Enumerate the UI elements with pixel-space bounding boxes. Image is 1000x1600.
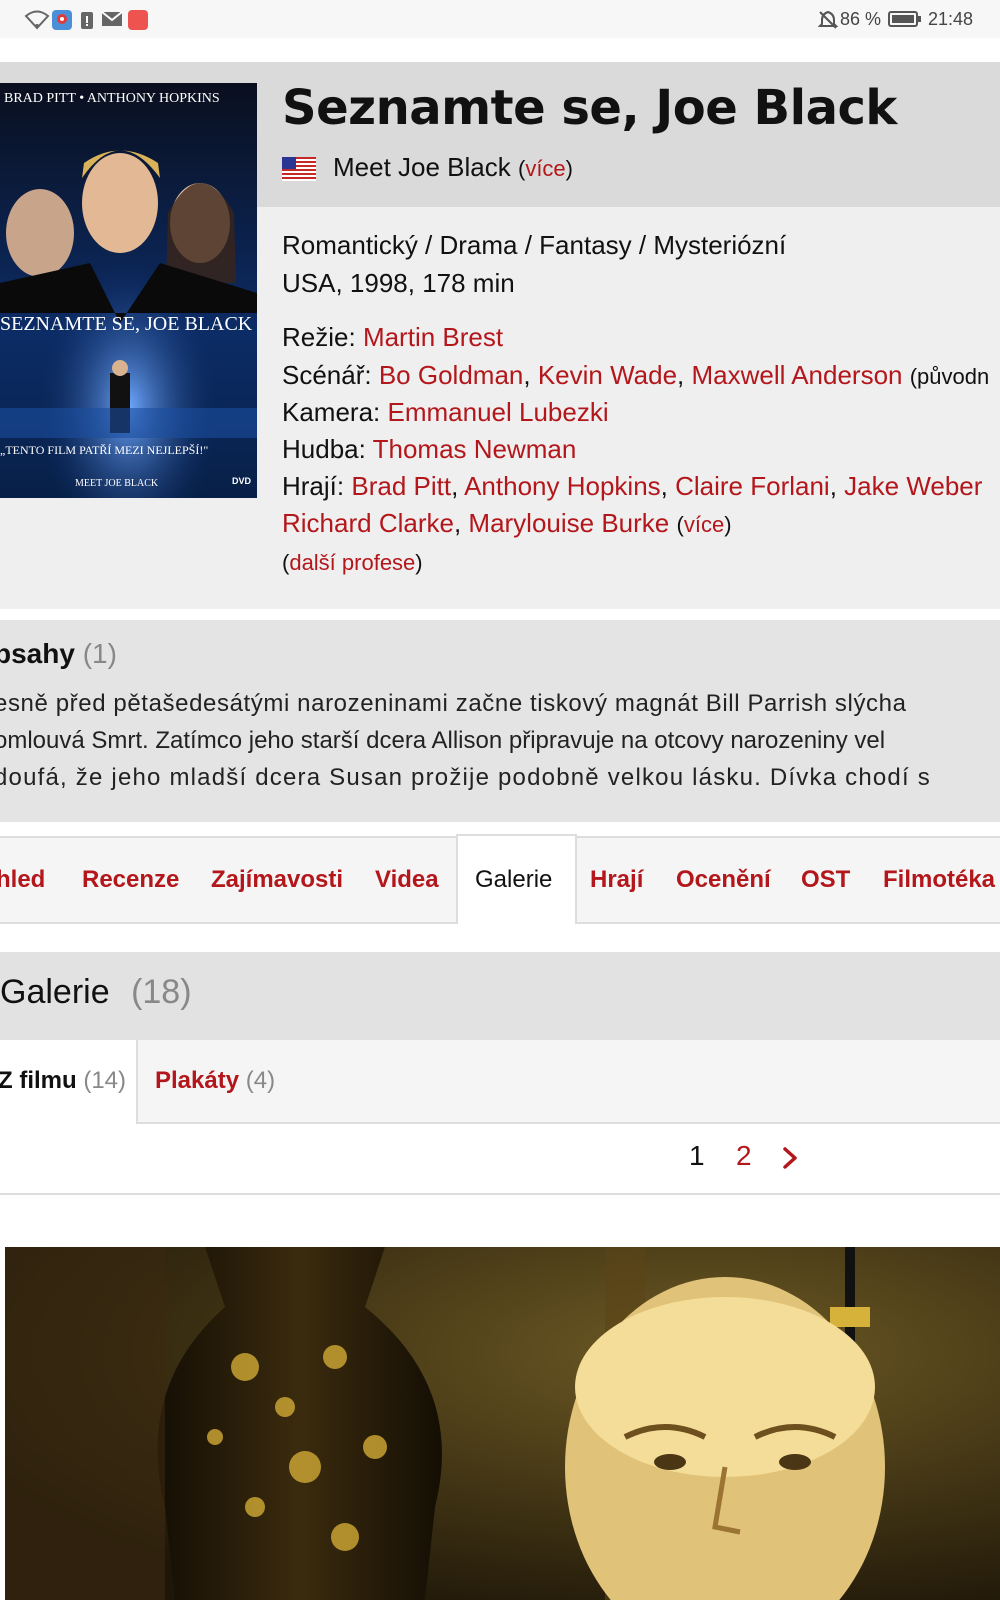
- tab-overview[interactable]: hled: [0, 866, 45, 894]
- writers-label: Scénář:: [282, 360, 372, 390]
- other-professions-link[interactable]: další profese: [289, 550, 415, 575]
- subtab-posters-label: Plakáty: [155, 1067, 240, 1094]
- subtab-from-film[interactable]: Z filmu (14): [0, 1067, 126, 1095]
- director-label: Režie:: [282, 322, 356, 352]
- subtab-from-film-count: (14): [83, 1067, 127, 1094]
- next-page-icon[interactable]: [780, 1146, 800, 1175]
- movie-poster[interactable]: BRAD PITT • ANTHONY HOPKINS SEZNAMTE SE,…: [0, 83, 257, 498]
- tab-awards[interactable]: Ocenění: [676, 866, 771, 894]
- battery-percent: 86 %: [840, 9, 882, 29]
- music-row: Hudba: Thomas Newman: [282, 434, 576, 465]
- gallery-photo[interactable]: [5, 1247, 1000, 1600]
- us-flag-icon: [282, 157, 316, 181]
- subtab-from-film-label: Z filmu: [0, 1067, 77, 1094]
- tab-videos[interactable]: Videa: [375, 866, 439, 894]
- page-1[interactable]: 1: [689, 1140, 705, 1172]
- gallery-subtab-bar: [0, 1040, 1000, 1124]
- cast-more-link[interactable]: více: [684, 512, 724, 537]
- poster-title-text: SEZNAMTE SE, JOE BLACK: [0, 313, 253, 335]
- music-label: Hudba:: [282, 434, 366, 464]
- tab-soundtrack[interactable]: OST: [801, 866, 850, 894]
- writer-link[interactable]: Kevin Wade: [538, 360, 677, 390]
- maps-app-icon: [52, 10, 72, 35]
- subtab-posters[interactable]: Plakáty (4): [155, 1067, 275, 1095]
- director-row: Režie: Martin Brest: [282, 322, 503, 353]
- plot-text-line: omlouvá Smrt. Zatímco jeho starší dcera …: [0, 727, 886, 754]
- tab-trivia[interactable]: Zajímavosti: [211, 866, 343, 894]
- divider: [0, 1193, 1000, 1195]
- wifi-icon: [24, 10, 50, 35]
- battery-alert-icon: [80, 10, 94, 35]
- cast-link[interactable]: Brad Pitt: [351, 471, 451, 501]
- tab-cast[interactable]: Hrají: [590, 866, 643, 894]
- cast-row-2: Richard Clarke, Marylouise Burke (více): [282, 508, 732, 538]
- clock: 21:48: [928, 9, 974, 29]
- other-professions-row: (další profese): [282, 550, 423, 575]
- original-title: Meet Joe Black (více): [333, 152, 573, 182]
- mute-icon: [817, 10, 839, 35]
- cast-label: Hrají:: [282, 471, 345, 501]
- plot-text-line: doufá, že jeho mladší dcera Susan prožij…: [0, 764, 931, 791]
- subtab-posters-count: (4): [245, 1067, 276, 1094]
- writer-link[interactable]: Bo Goldman: [379, 360, 524, 390]
- writers-row: Scénář: Bo Goldman, Kevin Wade, Maxwell …: [282, 360, 990, 390]
- cast-row: Hrají: Brad Pitt, Anthony Hopkins, Clair…: [282, 471, 983, 501]
- tab-filmoteka[interactable]: Filmotéka: [883, 866, 995, 894]
- plot-title: bsahy: [0, 638, 75, 669]
- gallery-heading: Galerie (18): [0, 973, 192, 1012]
- original-title-text: Meet Joe Black: [333, 152, 511, 182]
- cast-link[interactable]: Richard Clarke: [282, 508, 454, 538]
- poster-quote: „TENTO FILM PATŘÍ MEZI NEJLEPŠÍ!": [0, 443, 209, 457]
- genres: Romantický / Drama / Fantasy / Mysterióz…: [282, 230, 787, 260]
- original-titles-more-link[interactable]: více: [525, 156, 565, 181]
- mail-icon: [101, 10, 123, 33]
- plot-count: (1): [82, 638, 117, 669]
- app-notification-icon: [128, 10, 148, 35]
- cast-link[interactable]: Jake Weber: [844, 471, 982, 501]
- tab-gallery[interactable]: Galerie: [475, 866, 552, 894]
- cast-link[interactable]: Claire Forlani: [675, 471, 830, 501]
- poster-bottom-text: MEET JOE BLACK: [75, 478, 159, 489]
- page-title: Seznamte se, Joe Black: [282, 80, 897, 136]
- writers-note: (původn: [909, 364, 990, 389]
- director-link[interactable]: Martin Brest: [363, 322, 503, 352]
- cast-link[interactable]: Anthony Hopkins: [464, 471, 661, 501]
- battery-icon: [888, 10, 922, 33]
- dvd-logo: DVD: [232, 476, 252, 486]
- plot-text-line: esně před pětašedesátými narozeninami za…: [0, 690, 907, 717]
- music-link[interactable]: Thomas Newman: [373, 434, 577, 464]
- writer-link[interactable]: Maxwell Anderson: [692, 360, 903, 390]
- gallery-title: Galerie: [0, 973, 110, 1011]
- camera-label: Kamera:: [282, 397, 381, 427]
- plot-heading: bsahy (1): [0, 638, 117, 670]
- status-bar: 86 % 21:48: [0, 0, 1000, 38]
- poster-cast-text: BRAD PITT • ANTHONY HOPKINS: [4, 91, 220, 106]
- camera-row: Kamera: Emmanuel Lubezki: [282, 397, 609, 428]
- camera-link[interactable]: Emmanuel Lubezki: [388, 397, 609, 427]
- origin-year-runtime: USA, 1998, 178 min: [282, 268, 515, 298]
- page-2[interactable]: 2: [736, 1140, 752, 1172]
- cast-link[interactable]: Marylouise Burke: [468, 508, 669, 538]
- gallery-count: (18): [131, 973, 192, 1011]
- tab-reviews[interactable]: Recenze: [82, 866, 179, 894]
